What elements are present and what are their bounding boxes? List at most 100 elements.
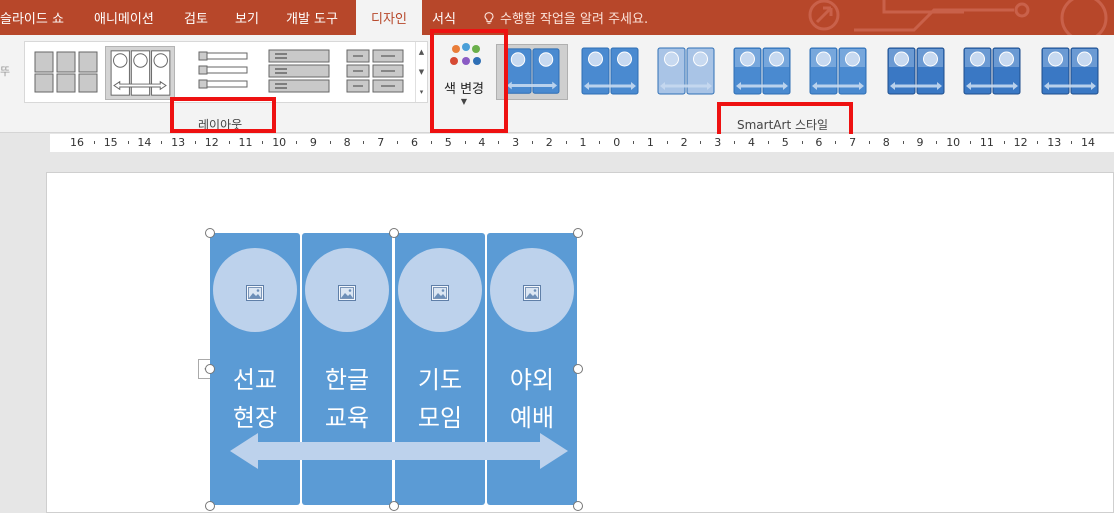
ruler-tick-label: 13 [171, 136, 186, 149]
ruler-minor-tick [700, 141, 702, 144]
ruler-minor-tick [1003, 141, 1005, 144]
smartart-style-gradient[interactable] [726, 44, 798, 100]
ruler-minor-tick [464, 141, 466, 144]
smartart-graphic[interactable]: 선교 현장 한글 교육 기도 모임 야외 예배 [205, 228, 583, 511]
smartart-style-faded[interactable] [650, 44, 722, 100]
resize-handle[interactable] [205, 228, 215, 238]
ruler-tick-label: 12 [204, 136, 219, 149]
ruler-tick-label: 8 [343, 136, 351, 149]
ruler-tick-label: 1 [646, 136, 654, 149]
ruler-minor-tick [936, 141, 938, 144]
tab-view[interactable]: 보기 [235, 0, 259, 35]
slide[interactable] [46, 172, 1114, 513]
ruler-tick-label: 11 [238, 136, 253, 149]
picture-icon[interactable] [246, 285, 264, 301]
picture-icon[interactable] [523, 285, 541, 301]
ruler-tick-label: 14 [137, 136, 152, 149]
ruler-minor-tick [565, 141, 567, 144]
ruler-minor-tick [1037, 141, 1039, 144]
resize-handle[interactable] [389, 228, 399, 238]
ruler-tick-label: 12 [1013, 136, 1028, 149]
layout-option-picture-columns[interactable] [105, 46, 175, 100]
resize-handle[interactable] [389, 501, 399, 511]
layout-gallery: ▲ ▼ ▾ [24, 41, 428, 103]
horizontal-ruler: 16 15 14 13 12 11 10 9 8 7 6 5 4 3 2 1 0 1 2 3 4 5 6 7 8 9 10 11 12 1… [0, 134, 1114, 152]
resize-handle[interactable] [205, 364, 215, 374]
layout-option-table-list[interactable] [341, 46, 411, 100]
highlight-box-layout [170, 97, 276, 133]
ruler-tick-label: 5 [444, 136, 452, 149]
tab-bar-decoration [808, 0, 1108, 35]
ruler-minor-tick [599, 141, 601, 144]
tab-design[interactable]: 디자인 [356, 0, 422, 35]
picture-icon[interactable] [431, 285, 449, 301]
ruler-minor-tick [734, 141, 736, 144]
ruler-minor-tick [835, 141, 837, 144]
ruler-tick-label: 2 [545, 136, 553, 149]
resize-handle[interactable] [573, 501, 583, 511]
ruler-tick-label: 0 [613, 136, 621, 149]
tab-review[interactable]: 검토 [184, 0, 208, 35]
ruler-tick-label: 6 [815, 136, 823, 149]
gallery-more-icon[interactable]: ▾ [416, 82, 427, 102]
ruler-tick-label: 16 [70, 136, 84, 149]
tell-me-text: 수행할 작업을 알려 주세요. [500, 12, 649, 27]
ruler-minor-tick [868, 141, 870, 144]
ruler-minor-tick [902, 141, 904, 144]
ruler-minor-tick [767, 141, 769, 144]
ruler-minor-tick [161, 141, 163, 144]
smartart-style-bevel[interactable] [1034, 44, 1106, 100]
collapsed-group-glyph[interactable]: 뚜 [0, 63, 10, 79]
picture-placeholder[interactable] [398, 248, 482, 332]
ruler-tick-label: 9 [916, 136, 924, 149]
ruler-minor-tick [666, 141, 668, 144]
smartart-style-gallery [492, 41, 1114, 103]
picture-placeholder[interactable] [305, 248, 389, 332]
ruler-minor-tick [329, 141, 331, 144]
ruler-tick-label: 11 [979, 136, 994, 149]
bidirectional-arrow[interactable] [210, 421, 578, 481]
resize-handle[interactable] [573, 364, 583, 374]
ruler-minor-tick [1071, 141, 1073, 144]
layout-option-vertical-list[interactable] [189, 46, 259, 100]
smartart-style-gradient2[interactable] [802, 44, 874, 100]
smartart-style-flat-light[interactable] [574, 44, 646, 100]
ruler-minor-tick [228, 141, 230, 144]
ruler-minor-tick [194, 141, 196, 144]
picture-placeholder[interactable] [213, 248, 297, 332]
scroll-up-icon[interactable]: ▲ [416, 42, 427, 62]
ruler-tick-label: 14 [1081, 136, 1095, 149]
layout-option-bullet-boxes[interactable] [265, 46, 335, 100]
ruler-tick-label: 9 [309, 136, 317, 149]
column-text-line: 기도 [417, 366, 463, 394]
ruler-minor-tick [498, 141, 500, 144]
picture-placeholder[interactable] [490, 248, 574, 332]
ruler-minor-tick [801, 141, 803, 144]
ruler-minor-tick [970, 141, 972, 144]
tab-animation[interactable]: 애니메이션 [94, 0, 154, 35]
highlight-box-change-colors [430, 29, 508, 133]
tab-developer[interactable]: 개발 도구 [286, 0, 338, 35]
ruler-tick-label: 3 [714, 136, 722, 149]
column-text-line: 야외 [509, 366, 555, 394]
picture-icon[interactable] [338, 285, 356, 301]
smartart-style-glossy2[interactable] [956, 44, 1028, 100]
ruler-tick-label: 6 [411, 136, 418, 149]
resize-handle[interactable] [573, 228, 583, 238]
smartart-style-glossy[interactable] [880, 44, 952, 100]
ruler-minor-tick [93, 141, 95, 144]
ruler-minor-tick [296, 141, 298, 144]
ruler-minor-tick [430, 141, 432, 144]
ruler-tick-label: 1 [579, 136, 587, 149]
ruler-tick-label: 7 [849, 136, 857, 149]
tab-slideshow[interactable]: 슬라이드 쇼 [0, 0, 64, 35]
tell-me-box[interactable]: 수행할 작업을 알려 주세요. [484, 0, 648, 35]
layout-gallery-scrollbar[interactable]: ▲ ▼ ▾ [415, 42, 427, 102]
scroll-down-icon[interactable]: ▼ [416, 62, 427, 82]
lightbulb-icon [484, 12, 494, 24]
ruler-tick-label: 10 [946, 136, 961, 149]
ruler-tick-label: 5 [781, 136, 789, 149]
layout-option-grid[interactable] [31, 46, 101, 100]
ruler-minor-tick [262, 141, 264, 144]
resize-handle[interactable] [205, 501, 215, 511]
